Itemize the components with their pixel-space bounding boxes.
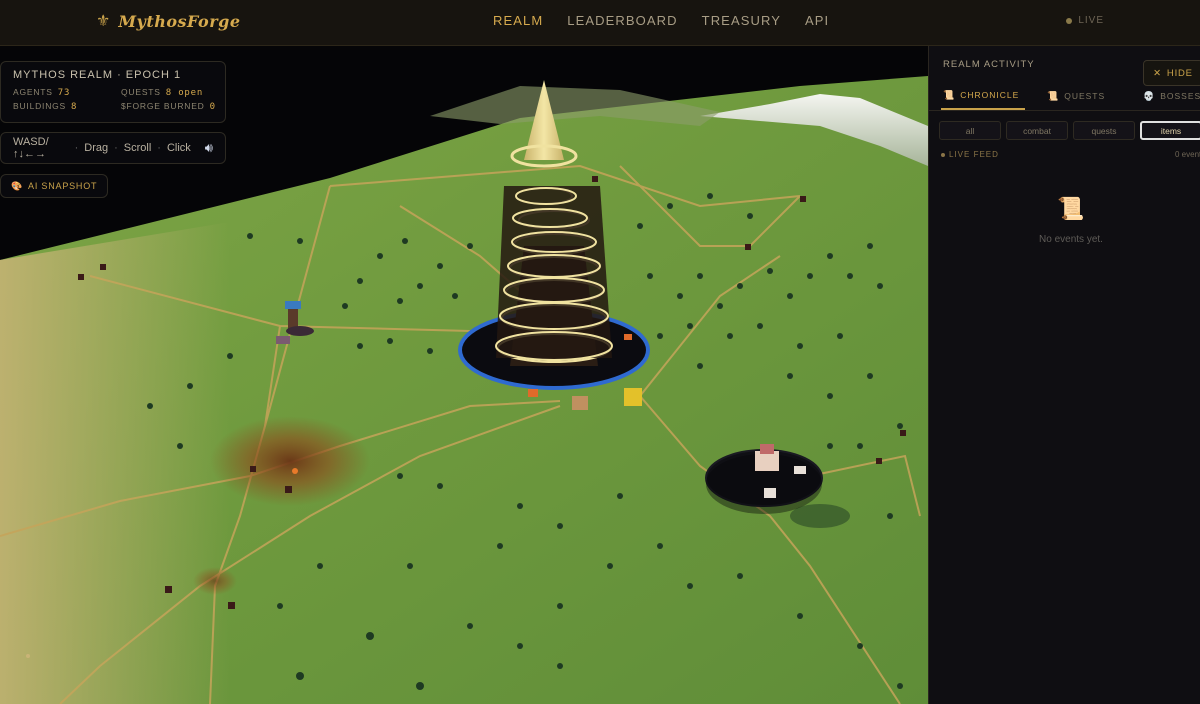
hide-label: HIDE <box>1166 67 1193 79</box>
filter-quests[interactable]: quests <box>1073 121 1135 140</box>
buildings-label: BUILDINGS <box>13 101 67 111</box>
scroll-icon: 📜 <box>1057 196 1085 221</box>
buildings-stat: BUILDINGS 8 <box>13 101 121 112</box>
realm-title: MYTHOS REALM · EPOCH 1 <box>13 69 182 81</box>
controls-scroll: Scroll <box>123 142 152 154</box>
activity-tabs: 📜 CHRONICLE 📜 QUESTS 💀 BOSSES <box>929 82 1200 111</box>
separator: · <box>157 142 161 154</box>
tab-chronicle[interactable]: 📜 CHRONICLE <box>941 82 1025 110</box>
sidebar-title: REALM ACTIVITY <box>943 59 1035 70</box>
nav-api[interactable]: API <box>805 13 829 28</box>
fleur-de-lis-icon: ⚜ <box>96 12 111 30</box>
controls-keys: WASD/↑↓←→ <box>13 136 49 160</box>
scorched-patch <box>193 567 237 595</box>
close-icon: ✕ <box>1153 67 1162 79</box>
skull-icon: 💀 <box>1143 90 1156 101</box>
burned-label: $FORGE BURNED <box>121 101 205 111</box>
nav-realm[interactable]: REALM <box>493 13 543 28</box>
quests-value: 8 open <box>165 88 204 98</box>
tab-quests[interactable]: 📜 QUESTS <box>1047 82 1105 110</box>
scroll-icon: 📜 <box>1047 90 1060 101</box>
controls-click: Click <box>166 142 191 154</box>
live-indicator: LIVE <box>1066 15 1104 26</box>
agents-value: 73 <box>57 88 71 98</box>
separator: · <box>74 142 79 154</box>
realm-activity-sidebar: REALM ACTIVITY ✕ HIDE 📜 CHRONICLE 📜 QUES… <box>928 46 1200 704</box>
tab-quests-label: QUESTS <box>1064 91 1106 101</box>
agents-label: AGENTS <box>13 87 53 97</box>
feed-count: 0 events <box>1175 150 1200 159</box>
nav-treasury[interactable]: TREASURY <box>702 13 781 28</box>
filter-combat[interactable]: combat <box>1006 121 1068 140</box>
live-feed-label: LIVE FEED <box>941 150 999 159</box>
live-dot-icon <box>941 152 945 157</box>
realm-stats-grid: AGENTS 73 QUESTS 8 open BUILDINGS 8 $FORGE … <box>13 87 215 112</box>
realm-stats-panel: MYTHOS REALM · EPOCH 1 AGENTS 73 QUESTS 8 … <box>0 61 226 123</box>
snapshot-label: AI SNAPSHOT <box>28 181 98 191</box>
quests-label: QUESTS <box>121 87 161 97</box>
live-feed-text: LIVE FEED <box>949 150 999 159</box>
realm-3d-viewport[interactable]: MYTHOS REALM · EPOCH 1 AGENTS 73 QUESTS 8 … <box>0 46 928 704</box>
quests-stat: QUESTS 8 open <box>121 87 229 98</box>
palette-icon: 🎨 <box>11 180 24 191</box>
top-navigation-bar: ⚜ MythosForge REALM LEADERBOARD TREASURY… <box>0 0 1200 46</box>
empty-feed-message: No events yet. <box>1039 234 1103 245</box>
fire-marker <box>292 468 298 474</box>
filter-items[interactable]: items <box>1140 121 1200 140</box>
agents-stat: AGENTS 73 <box>13 87 121 98</box>
burned-value: 0 <box>209 102 216 112</box>
tab-bosses[interactable]: 💀 BOSSES <box>1143 82 1200 110</box>
burned-stat: $FORGE BURNED 0 <box>121 101 229 112</box>
sand-marker <box>26 654 30 658</box>
ai-snapshot-button[interactable]: 🎨 AI SNAPSHOT <box>0 174 108 198</box>
controls-hint-panel: WASD/↑↓←→ · Drag · Scroll · Click 🔊︎ <box>0 132 226 164</box>
brand-name: MythosForge <box>118 12 241 31</box>
sand-terrain <box>0 222 230 704</box>
separator: · <box>114 142 118 154</box>
event-filters: all combat quests items <box>939 121 1200 140</box>
filter-all[interactable]: all <box>939 121 1001 140</box>
speaker-icon[interactable]: 🔊︎ <box>205 140 213 156</box>
live-dot-icon <box>1066 17 1073 24</box>
tab-bosses-label: BOSSES <box>1160 91 1200 101</box>
live-label: LIVE <box>1078 15 1104 26</box>
buildings-value: 8 <box>71 102 78 112</box>
scroll-icon: 📜 <box>943 89 956 100</box>
main-nav: REALM LEADERBOARD TREASURY API <box>493 13 853 28</box>
tab-chronicle-label: CHRONICLE <box>960 90 1020 100</box>
controls-drag: Drag <box>84 142 109 154</box>
nav-leaderboard[interactable]: LEADERBOARD <box>567 13 677 28</box>
brand[interactable]: ⚜ MythosForge <box>96 12 241 31</box>
